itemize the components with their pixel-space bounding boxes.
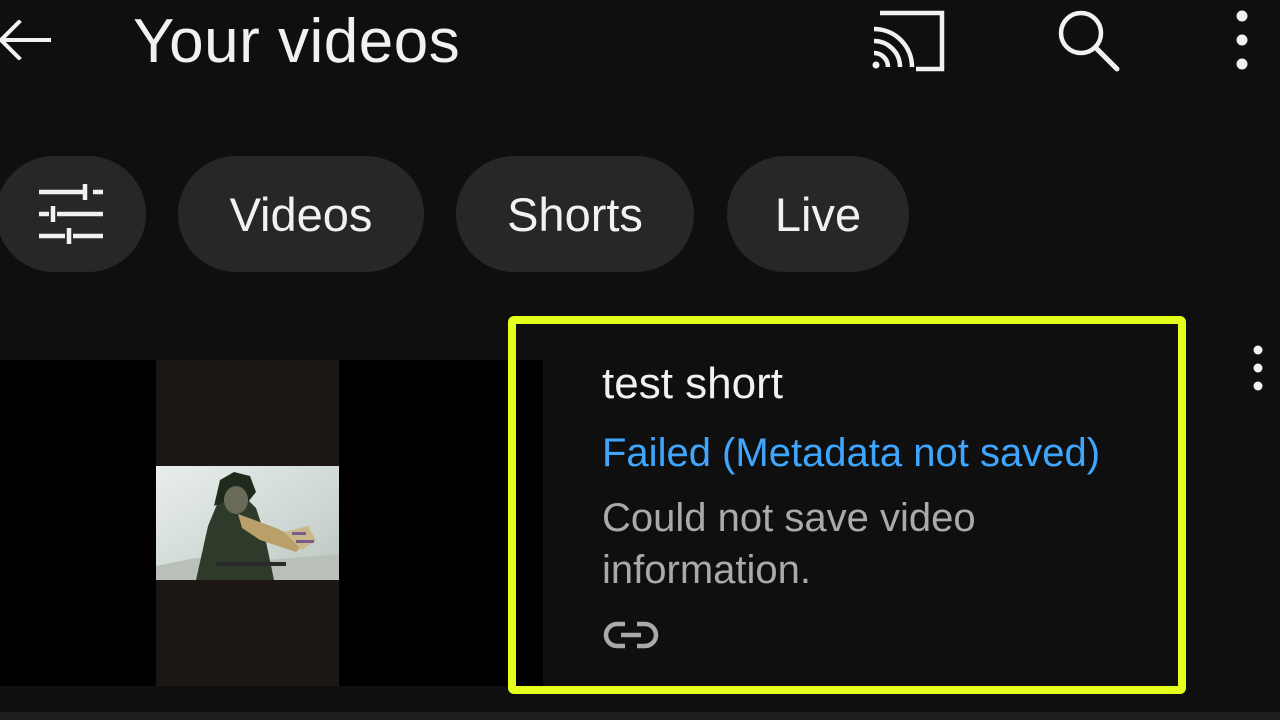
chip-shorts[interactable]: Shorts [456,156,694,272]
more-vert-icon [1253,345,1263,391]
video-error-message: Could not save video information. [602,496,976,592]
video-title[interactable]: test short [602,358,783,410]
back-button[interactable] [0,10,54,70]
tune-icon [39,184,103,244]
video-more-options-button[interactable] [1236,336,1280,400]
search-icon [1058,10,1120,72]
filter-chip[interactable] [0,156,146,272]
video-status: Failed (Metadata not saved) [602,431,1101,475]
chip-videos[interactable]: Videos [178,156,424,272]
more-options-button[interactable] [1212,4,1272,76]
cast-icon [872,10,945,72]
link-button[interactable] [600,612,662,658]
divider [0,712,1280,720]
chip-live[interactable]: Live [727,156,909,272]
arrow-left-icon [0,20,51,60]
search-button[interactable] [1048,4,1128,76]
link-icon [603,621,659,649]
video-thumbnail[interactable] [0,360,543,686]
your-videos-screen: Your videos Videos Shorts Live test shor… [0,0,1280,720]
thumbnail-portrait-frame [156,360,339,686]
thumbnail-image [156,466,339,580]
more-vert-icon [1236,10,1248,70]
cast-button[interactable] [868,4,948,76]
page-title: Your videos [133,7,461,76]
